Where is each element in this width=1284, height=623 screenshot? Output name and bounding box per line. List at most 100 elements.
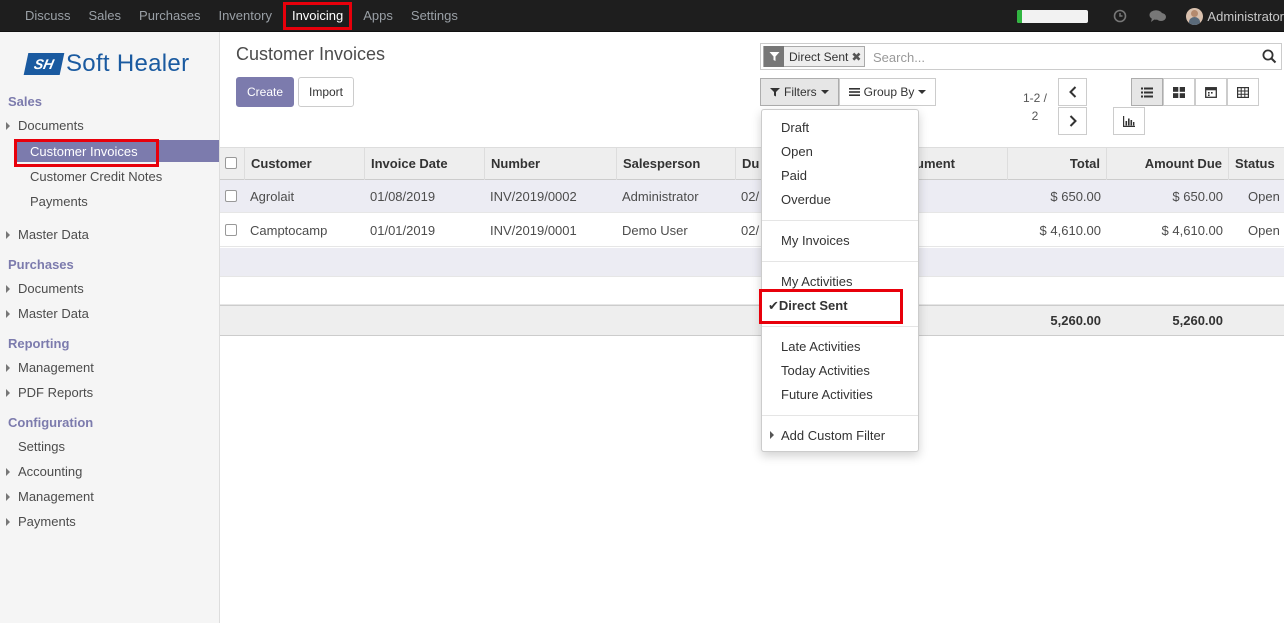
header-source-document[interactable]: ument [916,148,1008,180]
search-options: Filters Group By [760,78,937,106]
page-title: Customer Invoices [236,44,386,64]
filter-my-invoices[interactable]: My Invoices [781,233,850,248]
list-icon [1141,87,1153,97]
filters-dropdown: Draft Open Paid Overdue My Invoices My A… [759,109,919,452]
menu-invoicing[interactable]: Invoicing [282,2,353,30]
menu-sales[interactable]: Sales [80,0,131,32]
pager-next-button[interactable] [1058,107,1087,135]
search-facet-direct-sent: Direct Sent ✖ [763,46,866,67]
select-all-checkbox[interactable] [225,157,237,169]
table-row[interactable]: Agrolait 01/08/2019 INV/2019/0002 Admini… [220,180,1284,213]
header-number[interactable]: Number [485,148,617,180]
logo-mark: SH [23,53,65,75]
filter-paid[interactable]: Paid [781,168,807,183]
cell-status: Open [1248,223,1280,238]
header-customer[interactable]: Customer [245,148,365,180]
sidebar-item-config-management[interactable]: Management [6,489,94,504]
cell-number: INV/2019/0001 [490,223,577,238]
top-navbar: Discuss Sales Purchases Inventory Invoic… [0,0,1284,32]
sidebar-item-pdf-reports[interactable]: PDF Reports [5,385,93,400]
sidebar-item-payments[interactable]: Payments [30,194,88,209]
create-button[interactable]: Create [236,77,294,107]
search-input[interactable]: Search... [873,50,925,65]
empty-row [220,248,1284,277]
group-by-label: Group By [863,85,915,99]
facet-label: Direct Sent [789,49,849,64]
row-checkbox[interactable] [225,224,237,236]
view-kanban-button[interactable] [1163,78,1195,106]
sidebar-item-sales-master-data[interactable]: Master Data [6,227,89,242]
chevron-down-icon [820,90,829,94]
view-calendar-button[interactable] [1195,78,1227,106]
divider [762,326,918,327]
view-graph-button[interactable] [1113,107,1145,135]
main-menu: Discuss Sales Purchases Inventory Invoic… [16,0,467,32]
filter-overdue[interactable]: Overdue [781,192,831,207]
menu-discuss[interactable]: Discuss [16,0,80,32]
header-salesperson[interactable]: Salesperson [617,148,736,180]
pager-value[interactable]: 1-2 / 2 [1018,89,1052,125]
pager-previous-button[interactable] [1058,78,1087,106]
search-bar[interactable]: Direct Sent ✖ Search... [760,43,1282,70]
sidebar-item-config-accounting[interactable]: Accounting [5,464,82,479]
menu-purchases[interactable]: Purchases [130,0,209,32]
cell-total: $ 4,610.00 [1039,223,1101,238]
progress-fill [1017,9,1023,23]
cell-status: Open [1248,189,1280,204]
sidebar-section-purchases: Purchases [8,257,74,272]
add-custom-filter[interactable]: Add Custom Filter [769,428,885,443]
pager-total: 2 [1031,109,1039,123]
header-status[interactable]: Status [1229,148,1284,180]
cell-invoice-date: 01/08/2019 [370,189,436,204]
header-select-cell [220,148,245,180]
filter-today-activities[interactable]: Today Activities [781,363,870,378]
filter-open[interactable]: Open [781,144,813,159]
menu-apps[interactable]: Apps [354,0,402,32]
footer-total: 5,260.00 [1050,313,1101,328]
group-by-button[interactable]: Group By [838,78,937,106]
filter-draft[interactable]: Draft [781,120,809,135]
view-pivot-button[interactable] [1227,78,1259,106]
sidebar-item-config-payments[interactable]: Payments [6,514,76,529]
empty-row [220,277,1284,305]
chevron-down-icon [918,90,927,94]
menu-settings[interactable]: Settings [402,0,467,32]
sidebar-item-purchases-master-data[interactable]: Master Data [6,306,89,321]
facet-remove-icon[interactable]: ✖ [851,50,864,64]
sidebar-item-sales-documents[interactable]: Documents [6,118,84,133]
view-list-button[interactable] [1131,78,1163,106]
filter-future-activities[interactable]: Future Activities [781,387,873,402]
user-name[interactable]: Administrator [1207,9,1284,24]
import-button[interactable]: Import [298,77,354,107]
chevron-right-icon [1069,115,1077,127]
header-amount-due[interactable]: Amount Due [1107,148,1229,180]
sidebar: SH Soft Healer Sales Documents Customer … [0,32,220,623]
header-invoice-date[interactable]: Invoice Date [365,148,485,180]
user-avatar[interactable] [1186,7,1204,25]
sidebar-item-customer-credit-notes[interactable]: Customer Credit Notes [30,169,162,184]
bars-icon [848,88,860,96]
filters-button[interactable]: Filters [760,78,839,106]
chat-bubbles-icon[interactable] [1148,6,1168,26]
header-total[interactable]: Total [1008,148,1107,180]
row-checkbox[interactable] [225,190,237,202]
sidebar-item-reporting-management[interactable]: Management [6,360,94,375]
cell-customer: Agrolait [250,189,295,204]
menu-inventory[interactable]: Inventory [209,0,280,32]
sidebar-item-purchases-documents[interactable]: Documents [6,281,84,296]
filter-my-activities[interactable]: My Activities [781,274,853,289]
sidebar-section-configuration: Configuration [8,415,94,430]
sidebar-item-customer-invoices[interactable]: Customer Invoices [30,144,138,159]
funnel-icon [770,88,780,97]
systray: Administrator [1017,0,1284,32]
footer-amount-due: 5,260.00 [1172,313,1223,328]
filter-late-activities[interactable]: Late Activities [781,339,861,354]
chevron-left-icon [1068,86,1076,98]
funnel-icon [764,46,784,67]
table-row[interactable]: Camptocamp 01/01/2019 INV/2019/0001 Demo… [220,214,1284,247]
cell-customer: Camptocamp [250,223,328,238]
kanban-icon [1173,86,1185,98]
sidebar-item-config-settings[interactable]: Settings [18,439,65,454]
clock-icon[interactable] [1110,6,1130,26]
search-icon[interactable] [1262,49,1277,67]
